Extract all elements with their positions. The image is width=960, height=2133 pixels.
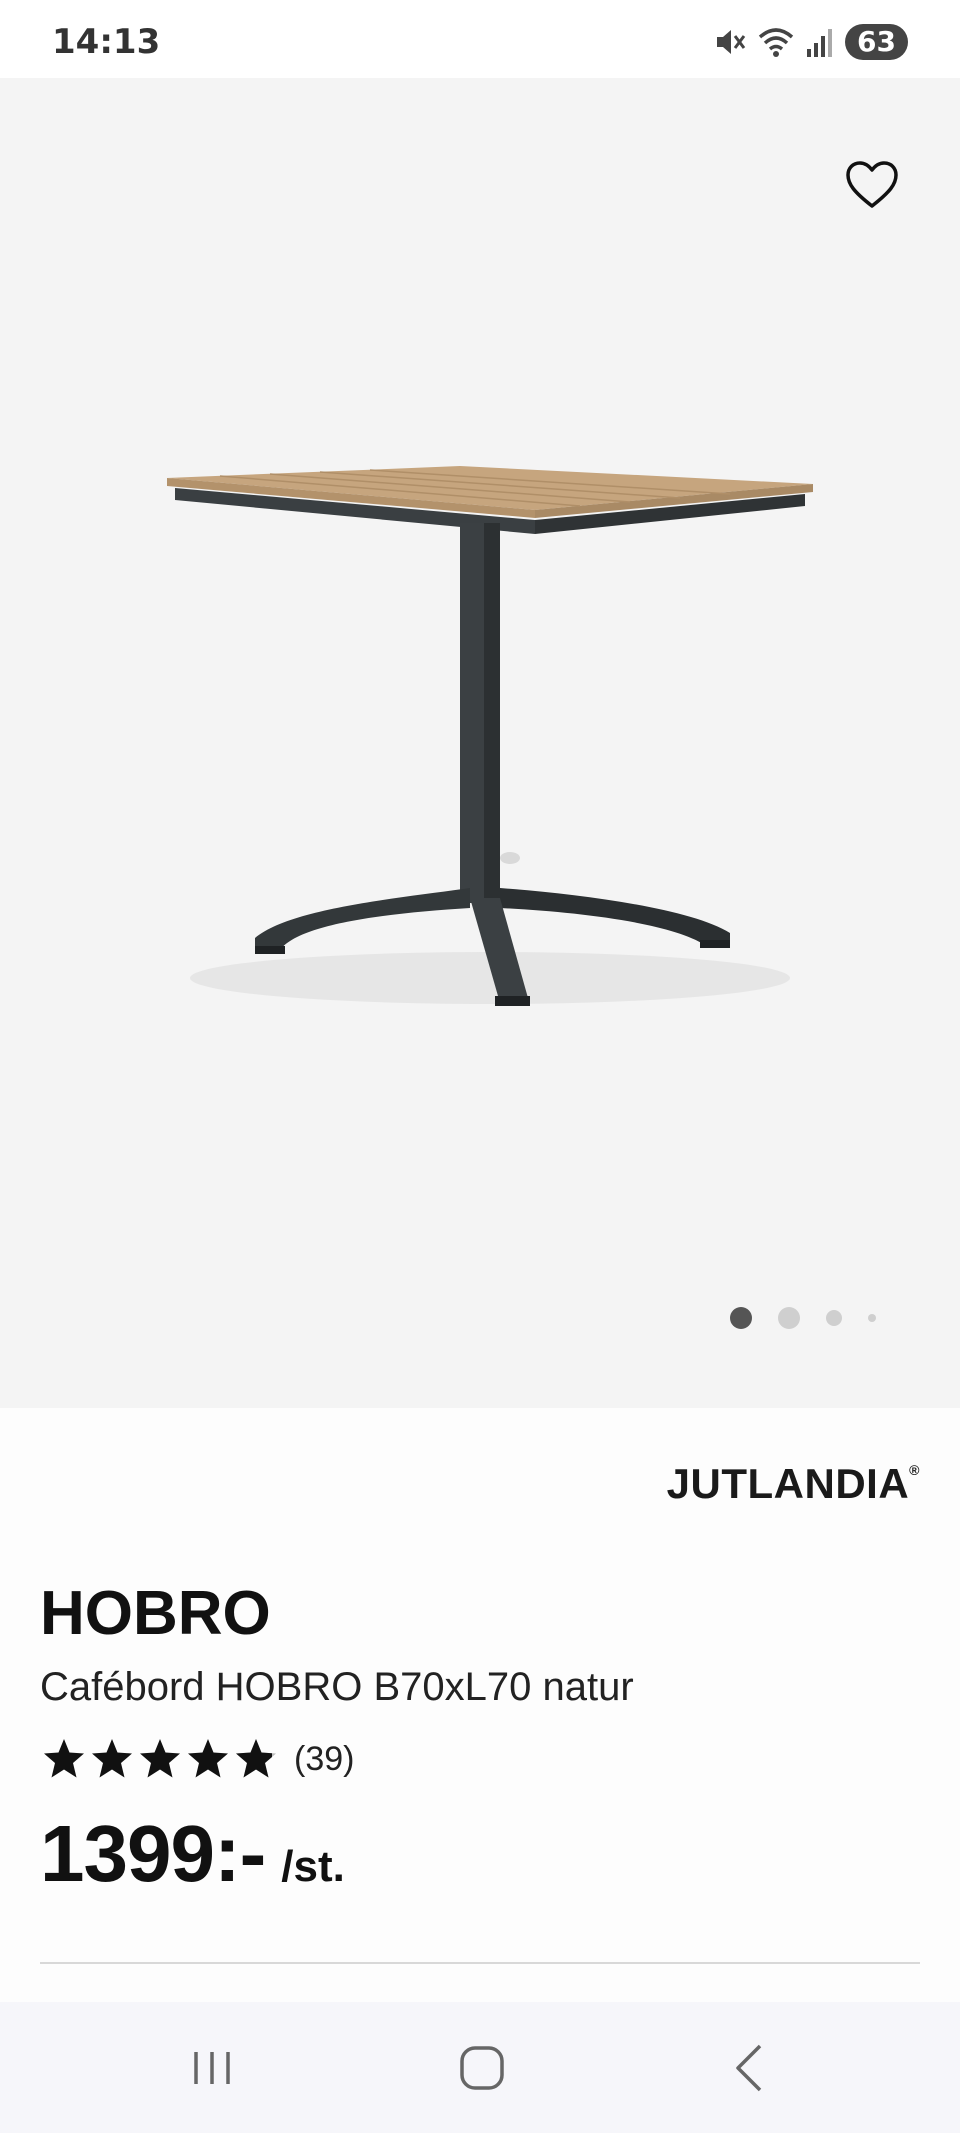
home-icon[interactable] <box>452 2038 512 2098</box>
status-icons: 63 <box>713 22 908 62</box>
rating-stars <box>40 1735 280 1783</box>
battery-icon: 63 <box>845 24 908 60</box>
product-rating[interactable]: (39) <box>40 1735 354 1783</box>
product-price: 1399:- /st. <box>40 1808 345 1900</box>
star-icon <box>44 1739 84 1778</box>
recent-apps-icon[interactable] <box>182 2038 242 2098</box>
rating-count[interactable]: (39) <box>294 1740 354 1779</box>
price-value: 1399:- <box>40 1809 266 1898</box>
image-pagination-dots[interactable] <box>730 1306 876 1330</box>
brand-logo[interactable]: JUTLANDIA® <box>667 1460 920 1508</box>
product-image-gallery[interactable] <box>0 78 960 1408</box>
mute-icon <box>717 30 746 54</box>
heart-outline-icon[interactable] <box>844 158 900 214</box>
wifi-icon <box>758 28 794 57</box>
product-image <box>167 466 813 1006</box>
pagination-dot[interactable] <box>778 1307 800 1329</box>
signal-icon <box>807 29 833 57</box>
star-partial-icon <box>236 1739 276 1778</box>
back-icon[interactable] <box>720 2038 780 2098</box>
star-icon <box>92 1739 132 1778</box>
price-unit: /st. <box>281 1842 345 1891</box>
status-bar: 14:13 63 <box>0 0 960 78</box>
product-description: Cafébord HOBRO B70xL70 natur <box>40 1665 634 1709</box>
system-nav-bar <box>0 2002 960 2133</box>
pagination-dot[interactable] <box>826 1310 842 1326</box>
divider <box>40 1962 920 1964</box>
star-icon <box>188 1739 228 1778</box>
pagination-dot-active[interactable] <box>730 1307 752 1329</box>
status-time: 14:13 <box>52 22 161 62</box>
star-icon <box>140 1739 180 1778</box>
product-name: HOBRO <box>40 1579 271 1648</box>
pagination-dot[interactable] <box>868 1314 876 1322</box>
